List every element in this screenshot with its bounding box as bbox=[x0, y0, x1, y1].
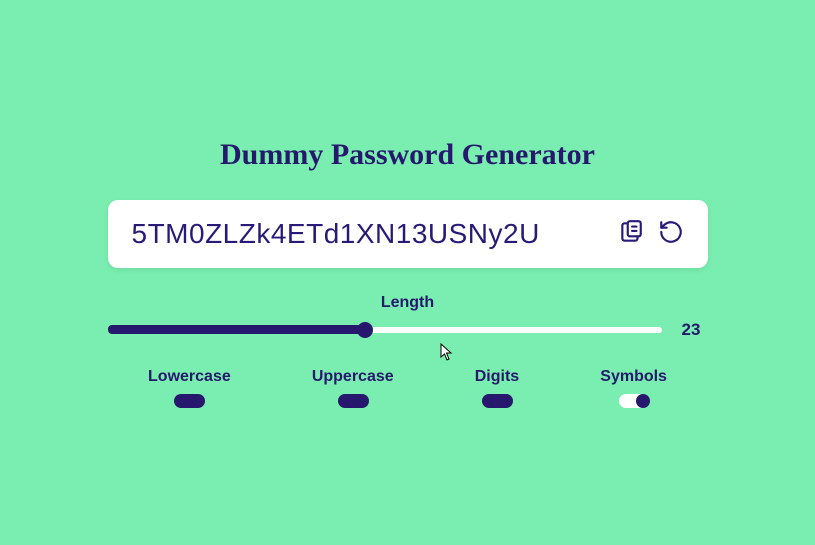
toggle-knob bbox=[499, 394, 513, 408]
toggle-knob bbox=[191, 394, 205, 408]
length-slider[interactable] bbox=[108, 322, 662, 338]
length-value: 23 bbox=[682, 320, 708, 340]
toggle-knob bbox=[636, 394, 650, 408]
symbols-toggle[interactable] bbox=[619, 394, 649, 408]
page-title: Dummy Password Generator bbox=[220, 138, 595, 172]
password-display-box: 5TM0ZLZk4ETd1XN13USNy2U bbox=[108, 200, 708, 268]
refresh-icon bbox=[658, 219, 684, 248]
lowercase-label: Lowercase bbox=[148, 368, 231, 386]
options-row: Lowercase Uppercase Digits Symbols bbox=[108, 368, 708, 408]
length-label: Length bbox=[381, 294, 434, 312]
copy-button[interactable] bbox=[618, 219, 644, 248]
digits-label: Digits bbox=[475, 368, 519, 386]
digits-option: Digits bbox=[475, 368, 519, 408]
toggle-knob bbox=[355, 394, 369, 408]
lowercase-option: Lowercase bbox=[148, 368, 231, 408]
uppercase-option: Uppercase bbox=[312, 368, 394, 408]
action-icons bbox=[618, 219, 684, 248]
lowercase-toggle[interactable] bbox=[174, 394, 204, 408]
symbols-option: Symbols bbox=[600, 368, 667, 408]
digits-toggle[interactable] bbox=[482, 394, 512, 408]
length-slider-row: 23 bbox=[108, 320, 708, 340]
slider-thumb[interactable] bbox=[357, 322, 373, 338]
uppercase-toggle[interactable] bbox=[338, 394, 368, 408]
symbols-label: Symbols bbox=[600, 368, 667, 386]
slider-fill bbox=[108, 325, 366, 334]
generator-panel: Dummy Password Generator 5TM0ZLZk4ETd1XN… bbox=[108, 138, 708, 408]
regenerate-button[interactable] bbox=[658, 219, 684, 248]
password-output: 5TM0ZLZk4ETd1XN13USNy2U bbox=[132, 218, 540, 250]
uppercase-label: Uppercase bbox=[312, 368, 394, 386]
copy-icon bbox=[618, 219, 644, 248]
